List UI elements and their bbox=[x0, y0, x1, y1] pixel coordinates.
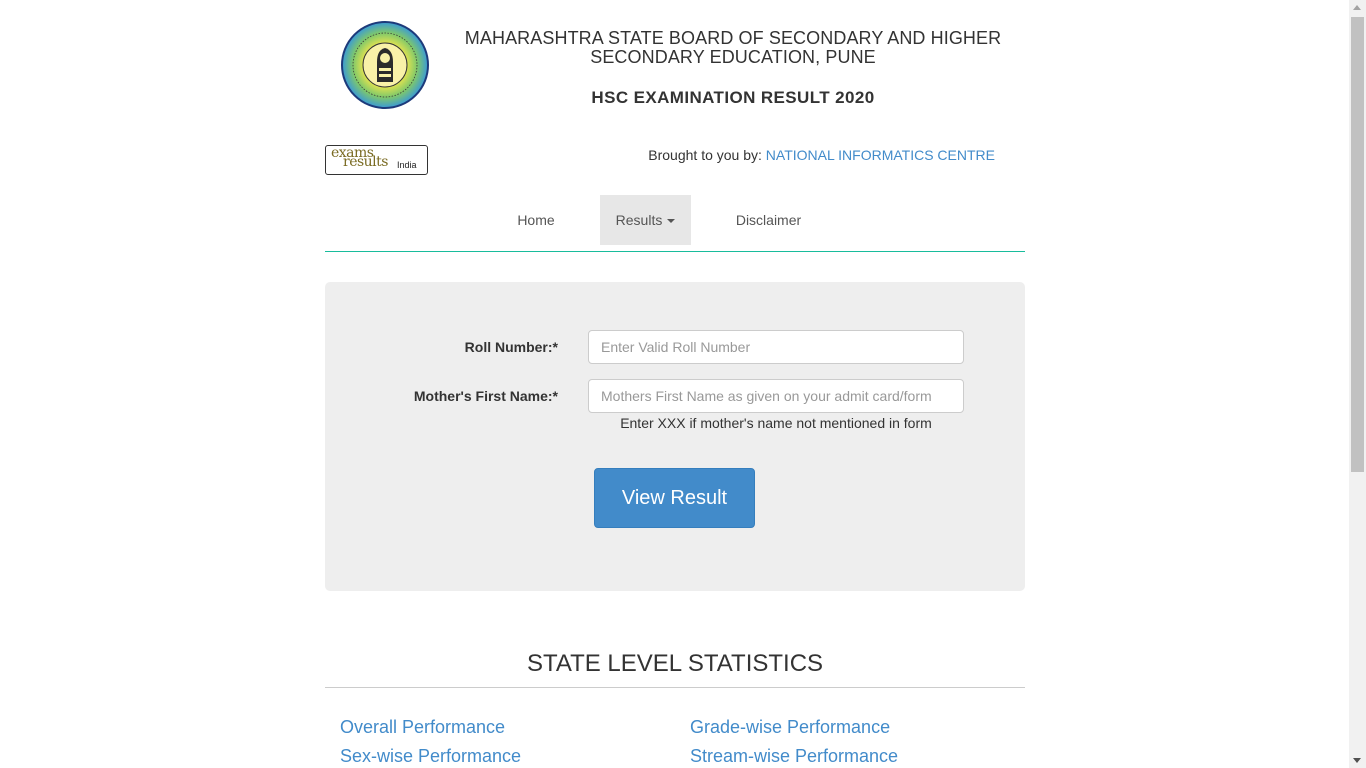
mother-name-input[interactable] bbox=[588, 379, 964, 413]
exam-title: HSC EXAMINATION RESULT 2020 bbox=[591, 88, 875, 107]
stats-divider bbox=[325, 687, 1025, 688]
brought-by-prefix: Brought to you by: bbox=[648, 147, 766, 163]
scroll-down-arrow-icon[interactable] bbox=[1353, 758, 1361, 763]
result-form-panel: Roll Number:* Mother's First Name:* Ente… bbox=[325, 282, 1025, 591]
overall-performance-link[interactable]: Overall Performance bbox=[340, 717, 505, 738]
main-nav: Home Results Disclaimer bbox=[325, 195, 1025, 252]
view-result-button[interactable]: View Result bbox=[594, 468, 755, 528]
exams-results-india-logo[interactable]: exams results India bbox=[325, 145, 428, 175]
logo-results-text: results bbox=[343, 154, 388, 170]
board-title-line2: SECONDARY EDUCATION, PUNE bbox=[590, 47, 876, 67]
nav-disclaimer[interactable]: Disclaimer bbox=[721, 195, 816, 245]
logo-india-text: India bbox=[397, 160, 417, 170]
vertical-scrollbar[interactable] bbox=[1349, 0, 1366, 768]
brought-by: Brought to you by: NATIONAL INFORMATICS … bbox=[648, 147, 995, 163]
board-title: MAHARASHTRA STATE BOARD OF SECONDARY AND… bbox=[463, 29, 1003, 67]
scrollbar-thumb[interactable] bbox=[1351, 17, 1364, 472]
scroll-up-arrow-icon[interactable] bbox=[1353, 5, 1361, 10]
board-seal-icon bbox=[341, 21, 429, 109]
nav-disclaimer-label: Disclaimer bbox=[735, 212, 802, 228]
nav-results-dropdown[interactable]: Results bbox=[600, 195, 691, 245]
stats-heading: STATE LEVEL STATISTICS bbox=[526, 650, 824, 677]
stream-wise-performance-link[interactable]: Stream-wise Performance bbox=[690, 746, 898, 767]
main-container: MAHARASHTRA STATE BOARD OF SECONDARY AND… bbox=[325, 0, 1025, 768]
nav-home[interactable]: Home bbox=[503, 195, 569, 245]
mother-name-hint: Enter XXX if mother's name not mentioned… bbox=[620, 415, 932, 431]
roll-number-input[interactable] bbox=[588, 330, 964, 364]
sex-wise-performance-link[interactable]: Sex-wise Performance bbox=[340, 746, 521, 767]
grade-wise-performance-link[interactable]: Grade-wise Performance bbox=[690, 717, 890, 738]
nav-home-label: Home bbox=[517, 212, 555, 228]
board-title-line1: MAHARASHTRA STATE BOARD OF SECONDARY AND… bbox=[464, 28, 1002, 48]
nav-results-label: Results bbox=[615, 212, 663, 228]
nic-link[interactable]: NATIONAL INFORMATICS CENTRE bbox=[766, 147, 995, 163]
roll-number-label: Roll Number:* bbox=[464, 339, 558, 355]
mother-name-label: Mother's First Name:* bbox=[413, 388, 558, 404]
caret-down-icon bbox=[667, 219, 676, 224]
